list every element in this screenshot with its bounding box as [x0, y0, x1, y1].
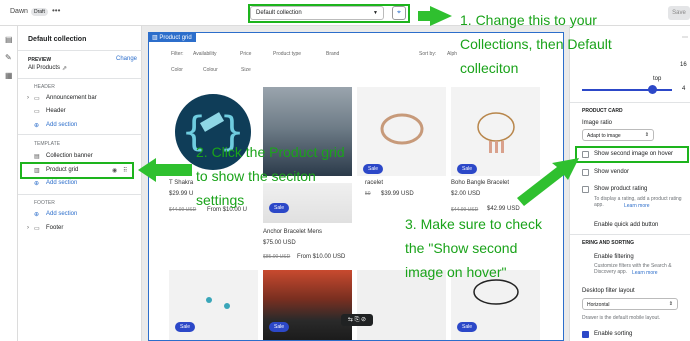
annotation-step3-line2: the "Show second: [405, 240, 518, 256]
annotation-step1-line3: colleciton: [460, 60, 519, 76]
annotation-step2-line3: settings: [196, 192, 245, 208]
annotation-step2-line1: 2. Click the Product grid: [196, 144, 345, 160]
arrow-step3: [517, 158, 579, 206]
arrow-step1: [418, 6, 452, 26]
annotation-step1-line2: Collections, then Default: [460, 36, 612, 52]
arrow-step2: [138, 158, 192, 182]
annotation-step3-line3: image on hover": [405, 264, 507, 280]
annotation-step2-line2: to show the seciton: [196, 168, 316, 184]
annotation-step1-line1: 1. Change this to your: [460, 12, 597, 28]
annotation-step3-line1: 3. Make sure to check: [405, 216, 542, 232]
